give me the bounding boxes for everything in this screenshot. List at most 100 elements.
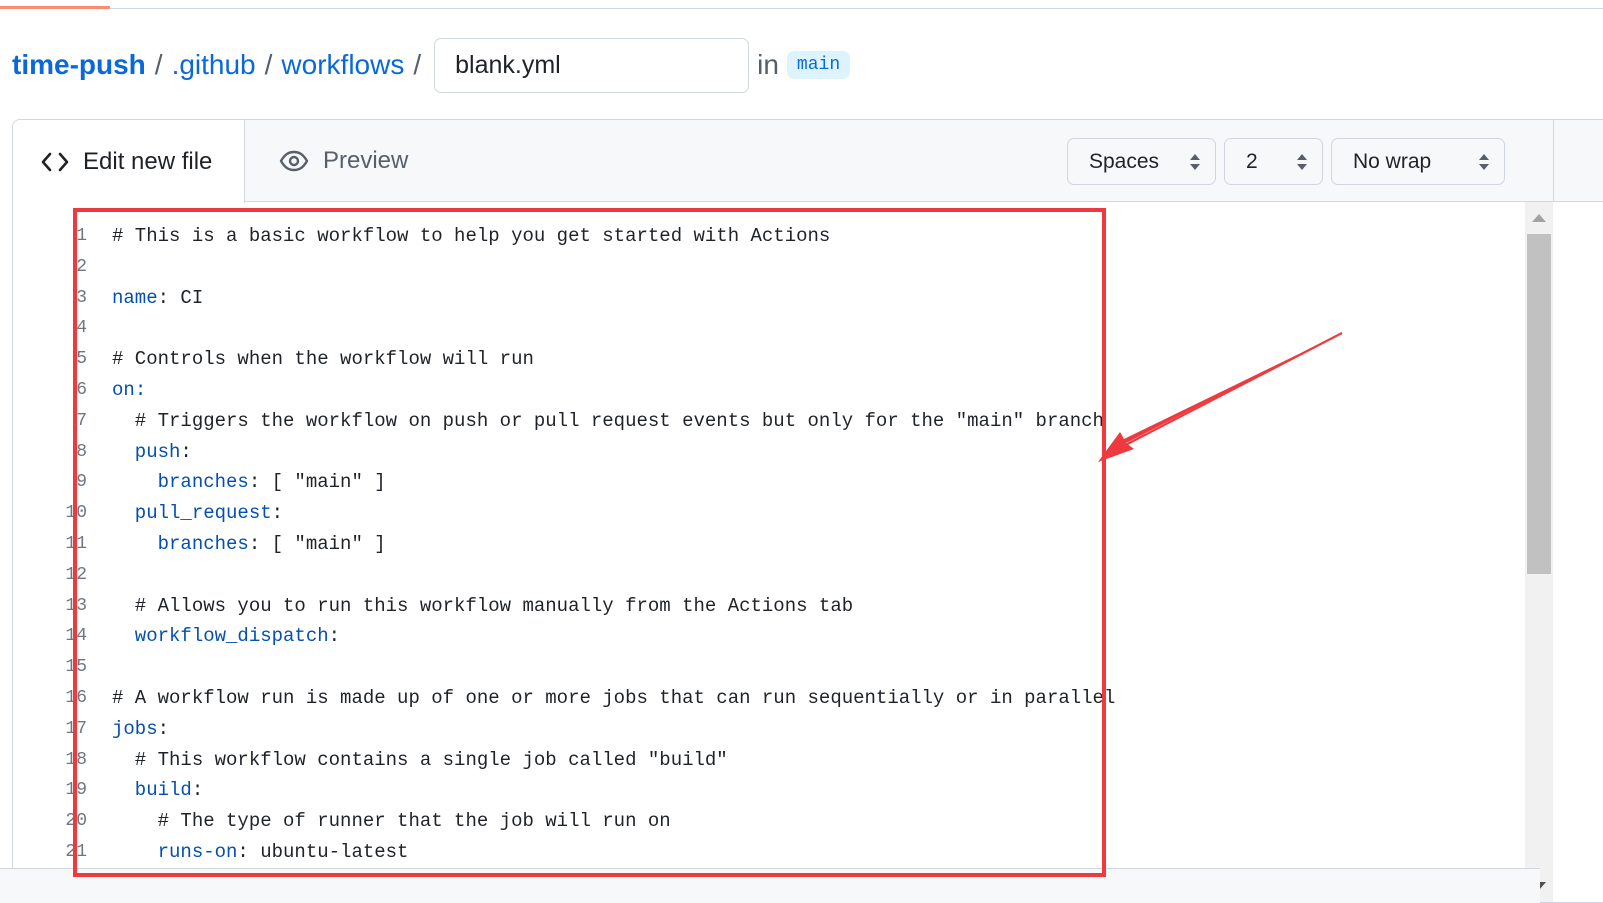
tab-edit-label: Edit new file (83, 147, 213, 175)
code-line: workflow_dispatch: (112, 621, 340, 652)
code-line: push: (112, 437, 192, 468)
yaml-value-token: : [ "main" ] (248, 471, 386, 494)
yaml-value-token: : [ "main" ] (248, 533, 386, 555)
line-number: 14 (65, 626, 87, 647)
breadcrumb-separator: / (264, 49, 273, 80)
yaml-comment-token: # Controls when the workflow will run (112, 348, 534, 371)
yaml-comment-token: # This workflow contains a single job ca… (112, 748, 728, 771)
code-content[interactable]: # This is a basic workflow to help you g… (112, 202, 1522, 902)
indent-mode-value: Spaces (1089, 149, 1160, 173)
line-number: 11 (65, 534, 87, 554)
code-line: # Triggers the workflow on push or pull … (112, 406, 1104, 437)
yaml-comment-token: # This is a basic workflow to help you g… (112, 225, 831, 247)
yaml-key-token: on (112, 379, 135, 401)
code-line: # This is a basic workflow to help you g… (112, 221, 830, 252)
line-number: 15 (65, 657, 87, 678)
code-line: # Controls when the workflow will run (112, 344, 534, 375)
yaml-value-token: : (271, 502, 284, 525)
yaml-key-token: runs-on (112, 841, 238, 863)
line-number: 6 (76, 380, 87, 400)
line-number: 12 (65, 564, 87, 585)
code-line: # This workflow contains a single job ca… (112, 745, 728, 776)
scroll-up-arrow-icon[interactable] (1532, 214, 1546, 222)
breadcrumb-repo-link[interactable]: time-push (12, 49, 146, 81)
branch-badge: main (786, 51, 851, 79)
breadcrumb-separator: / (413, 49, 422, 80)
active-tab-underline (0, 6, 110, 9)
line-number: 20 (65, 811, 87, 832)
code-line: pull_request: (112, 498, 283, 529)
line-number: 21 (65, 842, 87, 862)
line-number: 17 (65, 718, 87, 739)
select-carets-icon (1479, 154, 1489, 170)
select-carets-icon (1190, 154, 1200, 170)
line-number: 19 (65, 780, 87, 801)
breadcrumb-separator: / (154, 49, 163, 80)
line-number: 16 (65, 688, 87, 708)
top-nav-strip (0, 0, 1603, 9)
code-line: build: (112, 775, 203, 806)
yaml-key-token: name (112, 286, 158, 309)
line-number: 7 (76, 410, 87, 431)
line-number: 3 (76, 287, 87, 308)
yaml-key-token: workflow_dispatch (112, 625, 329, 648)
code-line: name: CI (112, 283, 203, 314)
yaml-key-token: pull_request (112, 502, 272, 525)
line-number: 5 (76, 349, 87, 370)
code-line: on: (112, 375, 146, 406)
code-line: # The type of runner that the job will r… (112, 806, 671, 837)
yaml-value-token: : (328, 625, 341, 648)
yaml-comment-token: # The type of runner that the job will r… (112, 810, 671, 833)
yaml-comment-token: # A workflow run is made up of one or mo… (112, 687, 1116, 709)
code-line: # Allows you to run this workflow manual… (112, 591, 853, 622)
yaml-comment-token: # Allows you to run this workflow manual… (112, 594, 854, 617)
wrap-mode-select[interactable]: No wrap (1331, 138, 1505, 185)
yaml-value-token: : (157, 717, 170, 740)
in-label: in (757, 49, 779, 80)
indent-size-select[interactable]: 2 (1224, 138, 1323, 185)
code-line: # A workflow run is made up of one or mo… (112, 683, 1115, 714)
file-editor: Edit new file Preview Spaces 2 No wrap 1… (12, 119, 1603, 903)
select-carets-icon (1297, 154, 1307, 170)
yaml-value-token: : ubuntu-latest (237, 841, 409, 863)
code-line: jobs: (112, 714, 169, 745)
line-number: 18 (65, 749, 87, 770)
indent-mode-select[interactable]: Spaces (1067, 138, 1216, 185)
scrollbar-thumb[interactable] (1527, 234, 1551, 574)
code-line: runs-on: ubuntu-latest (112, 837, 409, 868)
yaml-key-token: branches (112, 533, 249, 555)
eye-icon (279, 150, 309, 172)
code-line: branches: [ "main" ] (112, 529, 386, 560)
line-number: 1 (76, 226, 87, 246)
yaml-value-token: : CI (157, 286, 204, 309)
yaml-key-token: jobs (112, 717, 158, 740)
tab-bar-divider (1553, 120, 1554, 202)
breadcrumb: time-push / .github / workflows / in mai… (12, 36, 851, 94)
line-number: 8 (76, 441, 87, 462)
line-number: 4 (76, 318, 87, 339)
breadcrumb-workflows-folder-link[interactable]: workflows (281, 49, 404, 81)
yaml-key-token: : (134, 379, 147, 401)
tab-edit-new-file[interactable]: Edit new file (13, 120, 245, 203)
filename-input[interactable] (434, 37, 750, 93)
line-number: 10 (65, 503, 87, 524)
indent-size-value: 2 (1246, 149, 1258, 173)
code-editor[interactable]: 1 2 3 4 5 6 7 8 9 10 11 12 13 14 15 16 17 18 19 20 21 # This… (13, 202, 1525, 902)
yaml-key-token: push (112, 440, 181, 463)
line-number: 9 (76, 472, 87, 493)
wrap-mode-value: No wrap (1353, 149, 1432, 173)
code-line: branches: [ "main" ] (112, 467, 386, 498)
editor-tab-bar: Edit new file Preview Spaces 2 No wrap (13, 120, 1603, 203)
breadcrumb-github-folder-link[interactable]: .github (172, 49, 256, 81)
yaml-value-token: : (180, 440, 192, 463)
editor-bottom-bar (0, 868, 1540, 903)
tab-preview-label: Preview (323, 147, 409, 174)
code-icon (41, 152, 69, 171)
editor-scrollbar[interactable] (1525, 202, 1553, 902)
tab-preview[interactable]: Preview (279, 120, 408, 202)
line-number-gutter: 1 2 3 4 5 6 7 8 9 10 11 12 13 14 15 16 17 18 19 20 21 (13, 202, 87, 902)
line-number: 13 (65, 595, 87, 616)
yaml-key-token: branches (112, 471, 249, 494)
yaml-comment-token: # Triggers the workflow on push or pull … (112, 409, 1104, 432)
line-number: 2 (76, 256, 87, 277)
